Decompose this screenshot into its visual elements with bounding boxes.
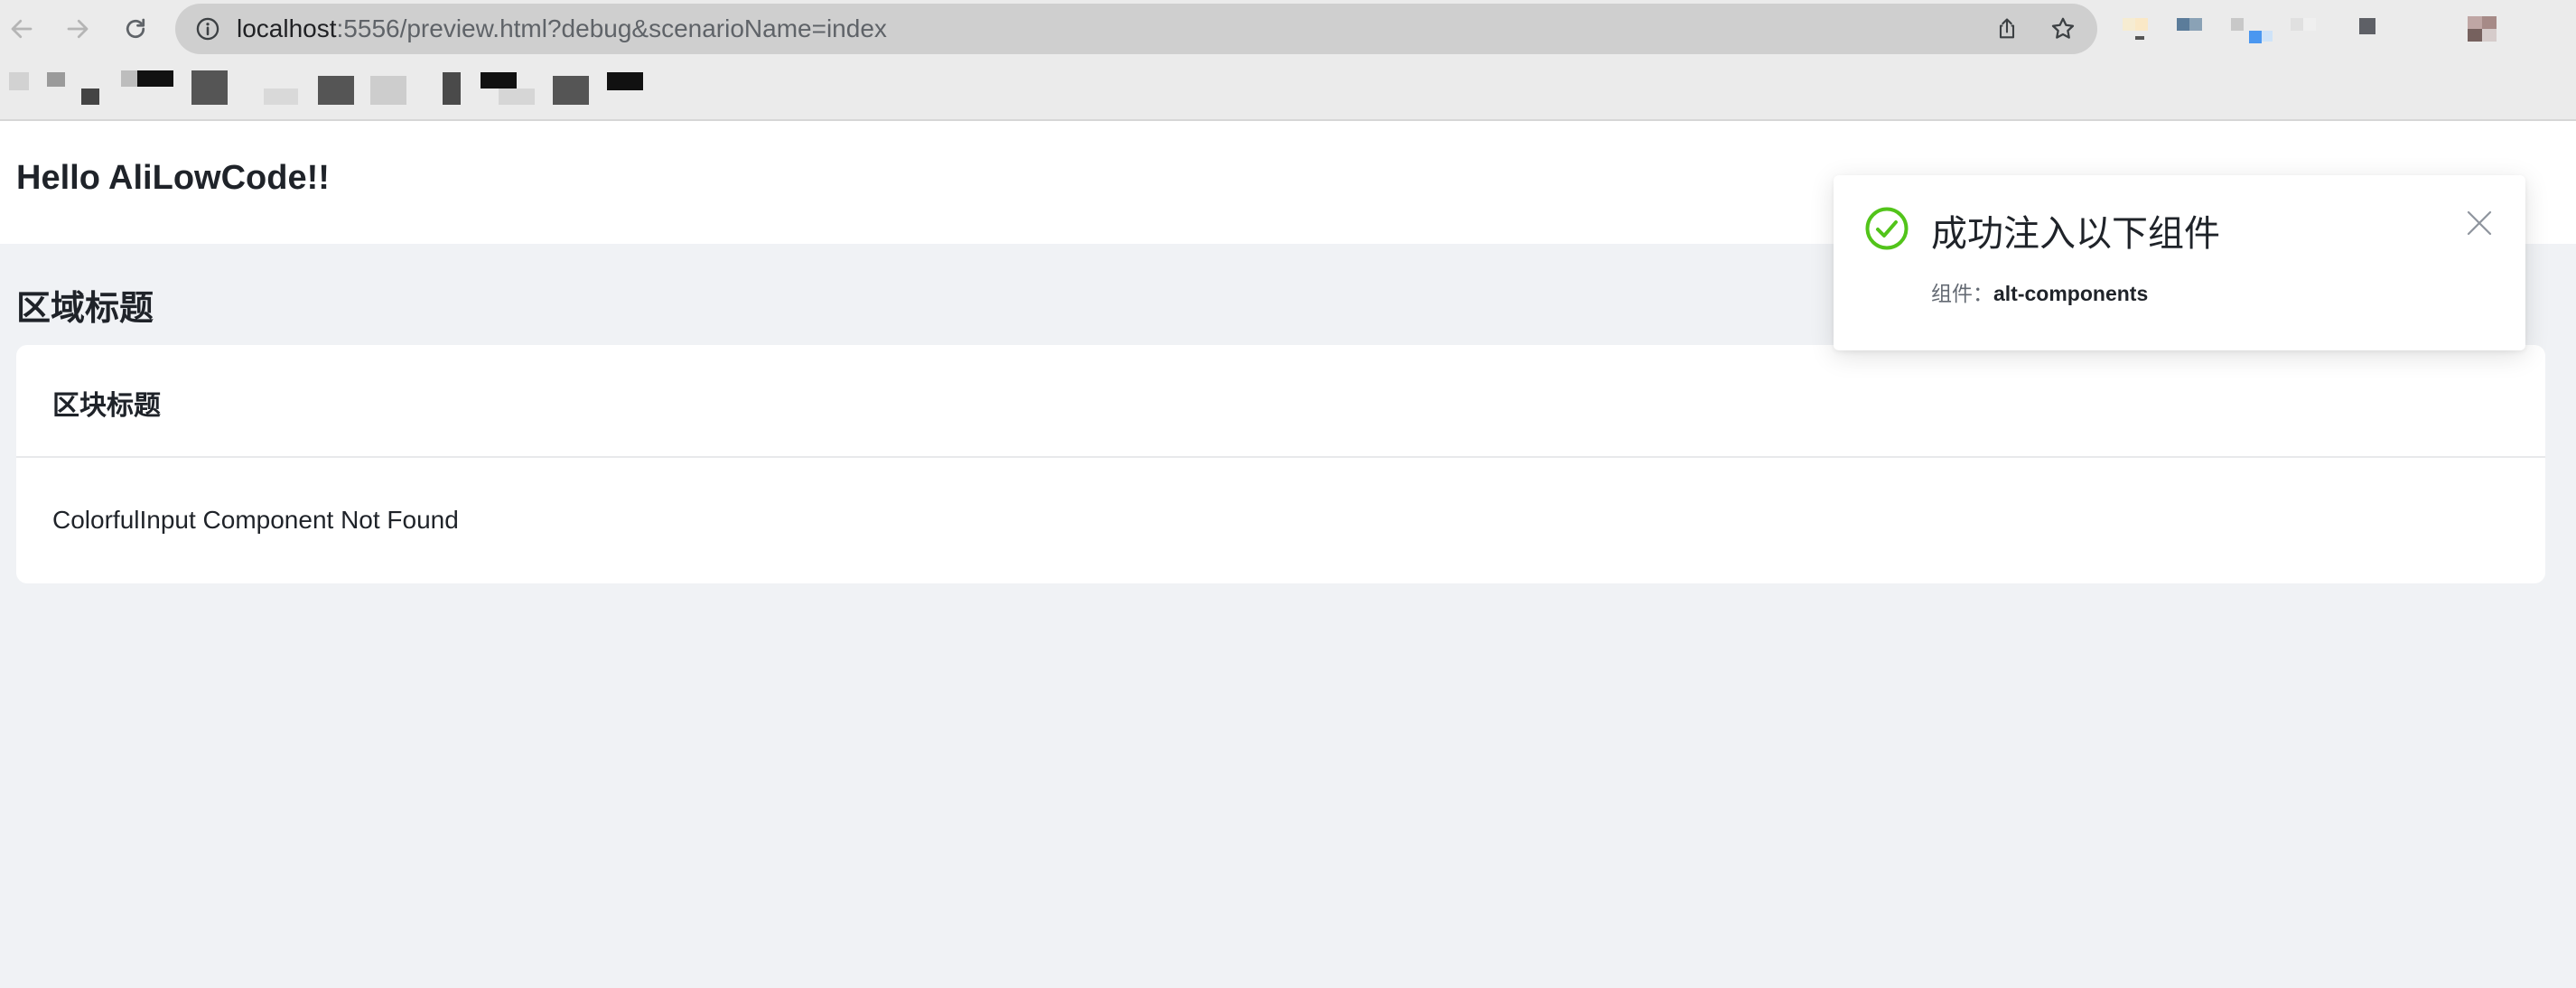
notification-title: 成功注入以下组件 (1931, 214, 2220, 254)
bookmarks-bar (0, 58, 2576, 121)
bookmark-item[interactable] (499, 89, 535, 105)
extension-icon[interactable] (2177, 16, 2202, 42)
bookmark-item[interactable] (47, 72, 65, 87)
bookmark-item[interactable] (553, 76, 589, 105)
notification-desc-label: 组件： (1931, 282, 1993, 305)
forward-button[interactable] (56, 7, 99, 51)
page-title: Hello AliLowCode!! (16, 159, 330, 197)
url-host: localhost (237, 14, 337, 42)
share-icon (1999, 18, 2015, 39)
browser-toolbar: localhost:5556/preview.html?debug&scenar… (0, 0, 2576, 58)
url-text[interactable]: localhost:5556/preview.html?debug&scenar… (237, 4, 887, 54)
reload-icon (126, 18, 145, 39)
bookmark-item[interactable] (81, 89, 99, 105)
reload-button[interactable] (114, 7, 157, 51)
extension-icon[interactable] (2123, 16, 2148, 42)
forward-icon (67, 19, 89, 39)
bookmark-item[interactable] (481, 72, 517, 89)
extension-icon[interactable] (2291, 16, 2316, 42)
bookmark-item[interactable] (607, 72, 643, 90)
bookmark-item[interactable] (318, 76, 354, 105)
bookmark-item[interactable] (9, 72, 29, 90)
region-title: 区域标题 (16, 290, 154, 328)
back-icon (11, 19, 33, 39)
bookmark-item[interactable] (443, 72, 461, 105)
info-icon[interactable] (195, 16, 220, 42)
success-notification: 成功注入以下组件 组件：alt-components (1834, 175, 2525, 350)
notification-description: 组件：alt-components (1931, 276, 2148, 307)
card-header: 区块标题 (16, 345, 2545, 458)
bookmark-button[interactable] (2049, 14, 2077, 43)
component-not-found-text: ColorfulInput Component Not Found (52, 506, 459, 534)
url-path: :5556/preview.html?debug&scenarioName=in… (336, 14, 887, 42)
back-button[interactable] (0, 7, 43, 51)
bookmark-item[interactable] (191, 70, 228, 105)
bookmark-item[interactable] (264, 89, 298, 105)
profile-avatar[interactable] (2468, 16, 2497, 42)
bookmark-item[interactable] (370, 76, 406, 105)
card-title: 区块标题 (52, 391, 161, 421)
block-card: 区块标题 ColorfulInput Component Not Found (16, 345, 2545, 583)
notification-desc-value: alt-components (1993, 282, 2149, 305)
bookmark-star-icon (2051, 17, 2075, 39)
success-check-icon (1865, 207, 1909, 250)
browser-chrome: localhost:5556/preview.html?debug&scenar… (0, 0, 2576, 121)
address-bar[interactable]: localhost:5556/preview.html?debug&scenar… (175, 4, 2097, 54)
close-icon[interactable] (2466, 210, 2493, 237)
extension-icon[interactable] (2359, 16, 2385, 42)
bookmark-item[interactable] (137, 70, 173, 87)
extension-icon[interactable] (2231, 16, 2273, 43)
bookmark-item[interactable] (121, 70, 137, 87)
share-button[interactable] (1993, 14, 2021, 43)
